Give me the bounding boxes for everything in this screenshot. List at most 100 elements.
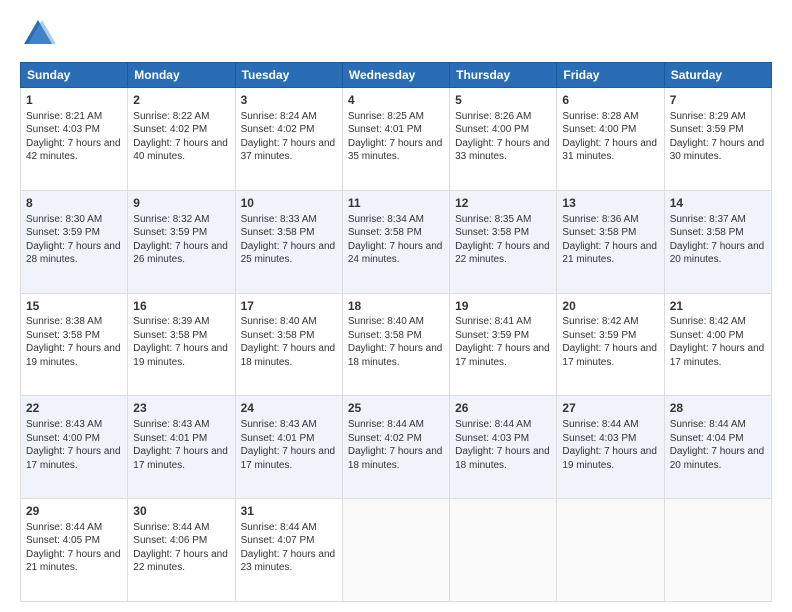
day-cell: 6 Sunrise: 8:28 AMSunset: 4:00 PMDayligh… [557, 88, 664, 191]
day-cell: 12 Sunrise: 8:35 AMSunset: 3:58 PMDaylig… [450, 190, 557, 293]
day-number: 16 [133, 298, 229, 315]
day-cell: 26 Sunrise: 8:44 AMSunset: 4:03 PMDaylig… [450, 396, 557, 499]
day-cell: 23 Sunrise: 8:43 AMSunset: 4:01 PMDaylig… [128, 396, 235, 499]
day-cell: 11 Sunrise: 8:34 AMSunset: 3:58 PMDaylig… [342, 190, 449, 293]
cell-content: Sunrise: 8:34 AMSunset: 3:58 PMDaylight:… [348, 213, 444, 267]
cell-content: Sunrise: 8:44 AMSunset: 4:04 PMDaylight:… [670, 418, 766, 472]
day-cell: 17 Sunrise: 8:40 AMSunset: 3:58 PMDaylig… [235, 293, 342, 396]
day-cell: 27 Sunrise: 8:44 AMSunset: 4:03 PMDaylig… [557, 396, 664, 499]
cell-content: Sunrise: 8:44 AMSunset: 4:06 PMDaylight:… [133, 521, 229, 575]
day-cell: 20 Sunrise: 8:42 AMSunset: 3:59 PMDaylig… [557, 293, 664, 396]
day-cell: 10 Sunrise: 8:33 AMSunset: 3:58 PMDaylig… [235, 190, 342, 293]
cell-content: Sunrise: 8:22 AMSunset: 4:02 PMDaylight:… [133, 110, 229, 164]
day-cell [557, 499, 664, 602]
day-cell: 16 Sunrise: 8:39 AMSunset: 3:58 PMDaylig… [128, 293, 235, 396]
day-number: 29 [26, 503, 122, 520]
cell-content: Sunrise: 8:35 AMSunset: 3:58 PMDaylight:… [455, 213, 551, 267]
cell-content: Sunrise: 8:44 AMSunset: 4:05 PMDaylight:… [26, 521, 122, 575]
day-cell [450, 499, 557, 602]
cell-content: Sunrise: 8:24 AMSunset: 4:02 PMDaylight:… [241, 110, 337, 164]
col-header-saturday: Saturday [664, 63, 771, 88]
day-cell: 8 Sunrise: 8:30 AMSunset: 3:59 PMDayligh… [21, 190, 128, 293]
cell-content: Sunrise: 8:42 AMSunset: 4:00 PMDaylight:… [670, 315, 766, 369]
cell-content: Sunrise: 8:39 AMSunset: 3:58 PMDaylight:… [133, 315, 229, 369]
day-number: 18 [348, 298, 444, 315]
cell-content: Sunrise: 8:44 AMSunset: 4:02 PMDaylight:… [348, 418, 444, 472]
day-number: 7 [670, 92, 766, 109]
day-number: 12 [455, 195, 551, 212]
day-cell: 28 Sunrise: 8:44 AMSunset: 4:04 PMDaylig… [664, 396, 771, 499]
cell-content: Sunrise: 8:30 AMSunset: 3:59 PMDaylight:… [26, 213, 122, 267]
day-cell: 21 Sunrise: 8:42 AMSunset: 4:00 PMDaylig… [664, 293, 771, 396]
cell-content: Sunrise: 8:40 AMSunset: 3:58 PMDaylight:… [241, 315, 337, 369]
col-header-tuesday: Tuesday [235, 63, 342, 88]
day-number: 10 [241, 195, 337, 212]
day-number: 9 [133, 195, 229, 212]
day-number: 19 [455, 298, 551, 315]
day-number: 26 [455, 400, 551, 417]
day-number: 3 [241, 92, 337, 109]
day-number: 14 [670, 195, 766, 212]
cell-content: Sunrise: 8:44 AMSunset: 4:07 PMDaylight:… [241, 521, 337, 575]
day-cell: 30 Sunrise: 8:44 AMSunset: 4:06 PMDaylig… [128, 499, 235, 602]
day-number: 20 [562, 298, 658, 315]
day-number: 4 [348, 92, 444, 109]
cell-content: Sunrise: 8:26 AMSunset: 4:00 PMDaylight:… [455, 110, 551, 164]
day-cell: 29 Sunrise: 8:44 AMSunset: 4:05 PMDaylig… [21, 499, 128, 602]
day-cell: 31 Sunrise: 8:44 AMSunset: 4:07 PMDaylig… [235, 499, 342, 602]
calendar-table: SundayMondayTuesdayWednesdayThursdayFrid… [20, 62, 772, 602]
col-header-wednesday: Wednesday [342, 63, 449, 88]
day-number: 13 [562, 195, 658, 212]
cell-content: Sunrise: 8:43 AMSunset: 4:00 PMDaylight:… [26, 418, 122, 472]
day-cell: 9 Sunrise: 8:32 AMSunset: 3:59 PMDayligh… [128, 190, 235, 293]
cell-content: Sunrise: 8:33 AMSunset: 3:58 PMDaylight:… [241, 213, 337, 267]
day-cell: 13 Sunrise: 8:36 AMSunset: 3:58 PMDaylig… [557, 190, 664, 293]
day-cell: 14 Sunrise: 8:37 AMSunset: 3:58 PMDaylig… [664, 190, 771, 293]
week-row-3: 15 Sunrise: 8:38 AMSunset: 3:58 PMDaylig… [21, 293, 772, 396]
day-number: 30 [133, 503, 229, 520]
logo-icon [20, 16, 56, 52]
cell-content: Sunrise: 8:29 AMSunset: 3:59 PMDaylight:… [670, 110, 766, 164]
day-number: 23 [133, 400, 229, 417]
cell-content: Sunrise: 8:28 AMSunset: 4:00 PMDaylight:… [562, 110, 658, 164]
cell-content: Sunrise: 8:41 AMSunset: 3:59 PMDaylight:… [455, 315, 551, 369]
cell-content: Sunrise: 8:32 AMSunset: 3:59 PMDaylight:… [133, 213, 229, 267]
week-row-5: 29 Sunrise: 8:44 AMSunset: 4:05 PMDaylig… [21, 499, 772, 602]
day-number: 17 [241, 298, 337, 315]
col-header-friday: Friday [557, 63, 664, 88]
cell-content: Sunrise: 8:44 AMSunset: 4:03 PMDaylight:… [562, 418, 658, 472]
header [20, 16, 772, 52]
day-cell: 4 Sunrise: 8:25 AMSunset: 4:01 PMDayligh… [342, 88, 449, 191]
day-cell: 22 Sunrise: 8:43 AMSunset: 4:00 PMDaylig… [21, 396, 128, 499]
logo [20, 16, 60, 52]
day-number: 1 [26, 92, 122, 109]
day-cell: 2 Sunrise: 8:22 AMSunset: 4:02 PMDayligh… [128, 88, 235, 191]
day-number: 15 [26, 298, 122, 315]
cell-content: Sunrise: 8:25 AMSunset: 4:01 PMDaylight:… [348, 110, 444, 164]
day-cell [664, 499, 771, 602]
day-number: 25 [348, 400, 444, 417]
cell-content: Sunrise: 8:37 AMSunset: 3:58 PMDaylight:… [670, 213, 766, 267]
day-cell: 15 Sunrise: 8:38 AMSunset: 3:58 PMDaylig… [21, 293, 128, 396]
day-cell: 5 Sunrise: 8:26 AMSunset: 4:00 PMDayligh… [450, 88, 557, 191]
day-number: 28 [670, 400, 766, 417]
day-number: 24 [241, 400, 337, 417]
day-number: 2 [133, 92, 229, 109]
week-row-1: 1 Sunrise: 8:21 AMSunset: 4:03 PMDayligh… [21, 88, 772, 191]
cell-content: Sunrise: 8:42 AMSunset: 3:59 PMDaylight:… [562, 315, 658, 369]
day-cell: 19 Sunrise: 8:41 AMSunset: 3:59 PMDaylig… [450, 293, 557, 396]
cell-content: Sunrise: 8:40 AMSunset: 3:58 PMDaylight:… [348, 315, 444, 369]
day-cell [342, 499, 449, 602]
week-row-2: 8 Sunrise: 8:30 AMSunset: 3:59 PMDayligh… [21, 190, 772, 293]
day-cell: 7 Sunrise: 8:29 AMSunset: 3:59 PMDayligh… [664, 88, 771, 191]
col-header-thursday: Thursday [450, 63, 557, 88]
day-cell: 3 Sunrise: 8:24 AMSunset: 4:02 PMDayligh… [235, 88, 342, 191]
day-number: 21 [670, 298, 766, 315]
col-header-sunday: Sunday [21, 63, 128, 88]
cell-content: Sunrise: 8:21 AMSunset: 4:03 PMDaylight:… [26, 110, 122, 164]
day-number: 31 [241, 503, 337, 520]
cell-content: Sunrise: 8:43 AMSunset: 4:01 PMDaylight:… [241, 418, 337, 472]
day-number: 22 [26, 400, 122, 417]
day-number: 11 [348, 195, 444, 212]
day-cell: 18 Sunrise: 8:40 AMSunset: 3:58 PMDaylig… [342, 293, 449, 396]
